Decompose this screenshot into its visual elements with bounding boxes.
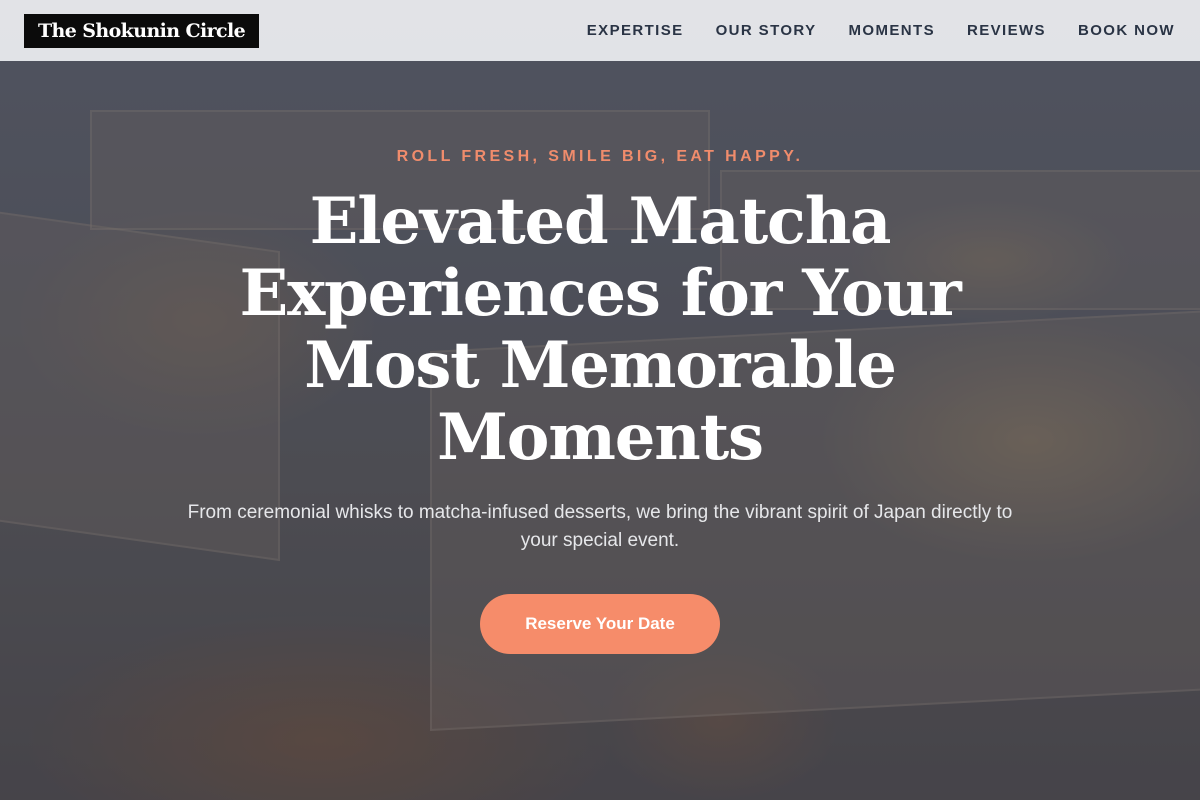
- hero-section: ROLL FRESH, SMILE BIG, EAT HAPPY. Elevat…: [0, 0, 1200, 800]
- nav-link-book-now[interactable]: BOOK NOW: [1078, 22, 1175, 39]
- main-nav: EXPERTISE OUR STORY MOMENTS REVIEWS BOOK…: [587, 22, 1175, 39]
- page: The Shokunin Circle EXPERTISE OUR STORY …: [0, 0, 1200, 800]
- nav-link-expertise[interactable]: EXPERTISE: [587, 22, 684, 39]
- nav-link-reviews[interactable]: REVIEWS: [967, 22, 1046, 39]
- top-navigation-bar: The Shokunin Circle EXPERTISE OUR STORY …: [0, 0, 1200, 61]
- reserve-date-button[interactable]: Reserve Your Date: [480, 594, 720, 654]
- hero-tagline: ROLL FRESH, SMILE BIG, EAT HAPPY.: [396, 148, 804, 165]
- hero-description: From ceremonial whisks to matcha-infused…: [187, 502, 1013, 551]
- site-logo[interactable]: The Shokunin Circle: [24, 13, 260, 48]
- hero-headline: Elevated Matcha Experiences for Your Mos…: [239, 184, 962, 475]
- nav-link-moments[interactable]: MOMENTS: [849, 22, 935, 39]
- nav-link-our-story[interactable]: OUR STORY: [716, 22, 817, 39]
